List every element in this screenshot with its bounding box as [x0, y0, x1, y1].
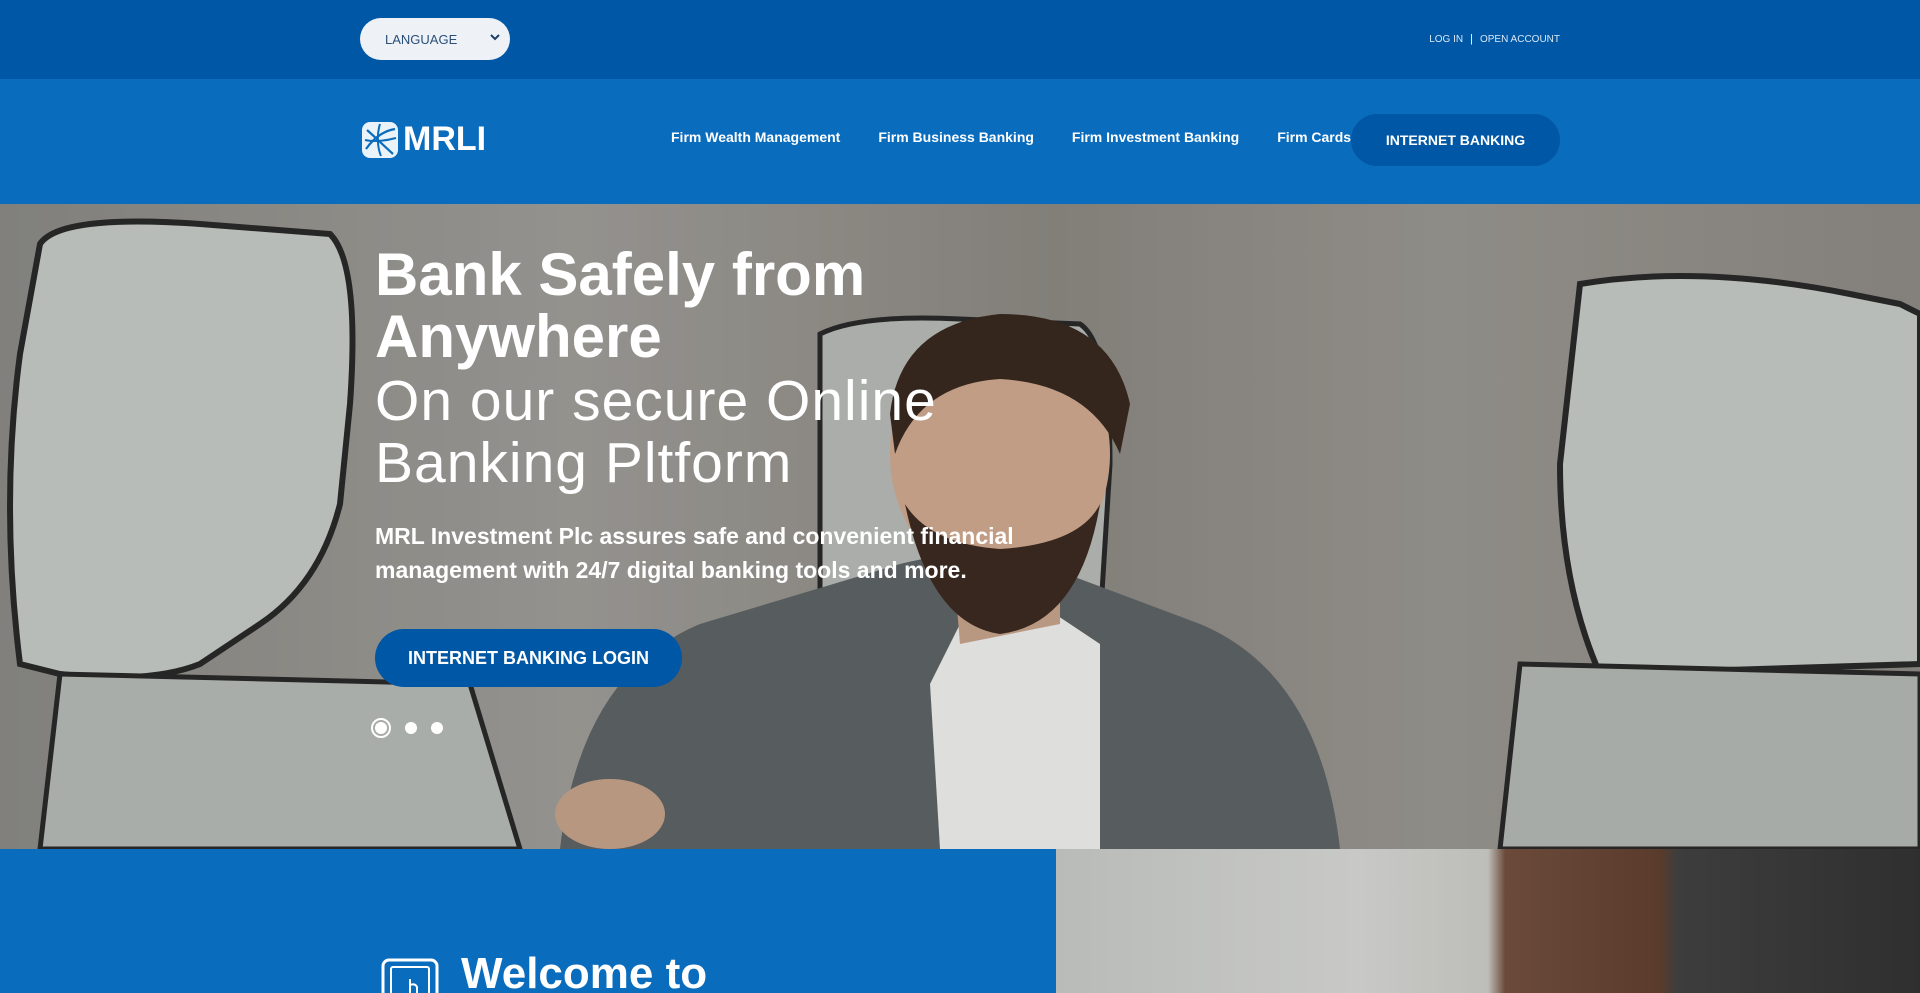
hero-title: Bank Safely from Anywhere — [375, 241, 866, 370]
logo[interactable]: MRLI — [361, 120, 486, 159]
logo-globe-icon — [362, 121, 398, 158]
hero-slider: Bank Safely from Anywhere On our secure … — [0, 204, 1920, 849]
link-separator: | — [1470, 33, 1473, 45]
language-select-label: LANGUAGE — [385, 31, 458, 47]
top-bar: LANGUAGE LOG IN | OPEN ACCOUNT — [0, 0, 1920, 79]
hero-description: MRL Investment Plc assures safe and conv… — [375, 523, 1014, 583]
nav-items: Firm Wealth Management Firm Business Ban… — [671, 129, 1351, 145]
internet-banking-login-button[interactable]: INTERNET BANKING LOGIN — [375, 629, 682, 687]
login-link[interactable]: LOG IN — [1429, 34, 1463, 45]
welcome-side-image — [1056, 849, 1920, 993]
slider-dot-1[interactable] — [371, 718, 391, 738]
slider-dot-2[interactable] — [405, 722, 417, 734]
hero-subtitle: On our secure Online Banking Pltform — [375, 369, 937, 495]
welcome-title: Welcome to — [461, 949, 708, 993]
slider-dot-3[interactable] — [431, 722, 443, 734]
chevron-down-icon — [490, 34, 500, 41]
nav-item-business-banking[interactable]: Firm Business Banking — [878, 129, 1034, 145]
internet-banking-button[interactable]: INTERNET BANKING — [1351, 114, 1560, 166]
tablet-touch-icon — [381, 958, 439, 993]
open-account-link[interactable]: OPEN ACCOUNT — [1480, 34, 1560, 45]
top-links: LOG IN | OPEN ACCOUNT — [1429, 33, 1560, 45]
nav-item-cards[interactable]: Firm Cards — [1277, 129, 1351, 145]
nav-item-investment-banking[interactable]: Firm Investment Banking — [1072, 129, 1239, 145]
welcome-section: Welcome to — [0, 849, 1056, 993]
logo-text: MRLI — [403, 120, 487, 158]
language-select[interactable]: LANGUAGE — [360, 18, 510, 60]
main-nav: MRLI Firm Wealth Management Firm Busines… — [0, 79, 1920, 204]
nav-item-wealth-management[interactable]: Firm Wealth Management — [671, 129, 840, 145]
slider-dots — [371, 718, 443, 738]
